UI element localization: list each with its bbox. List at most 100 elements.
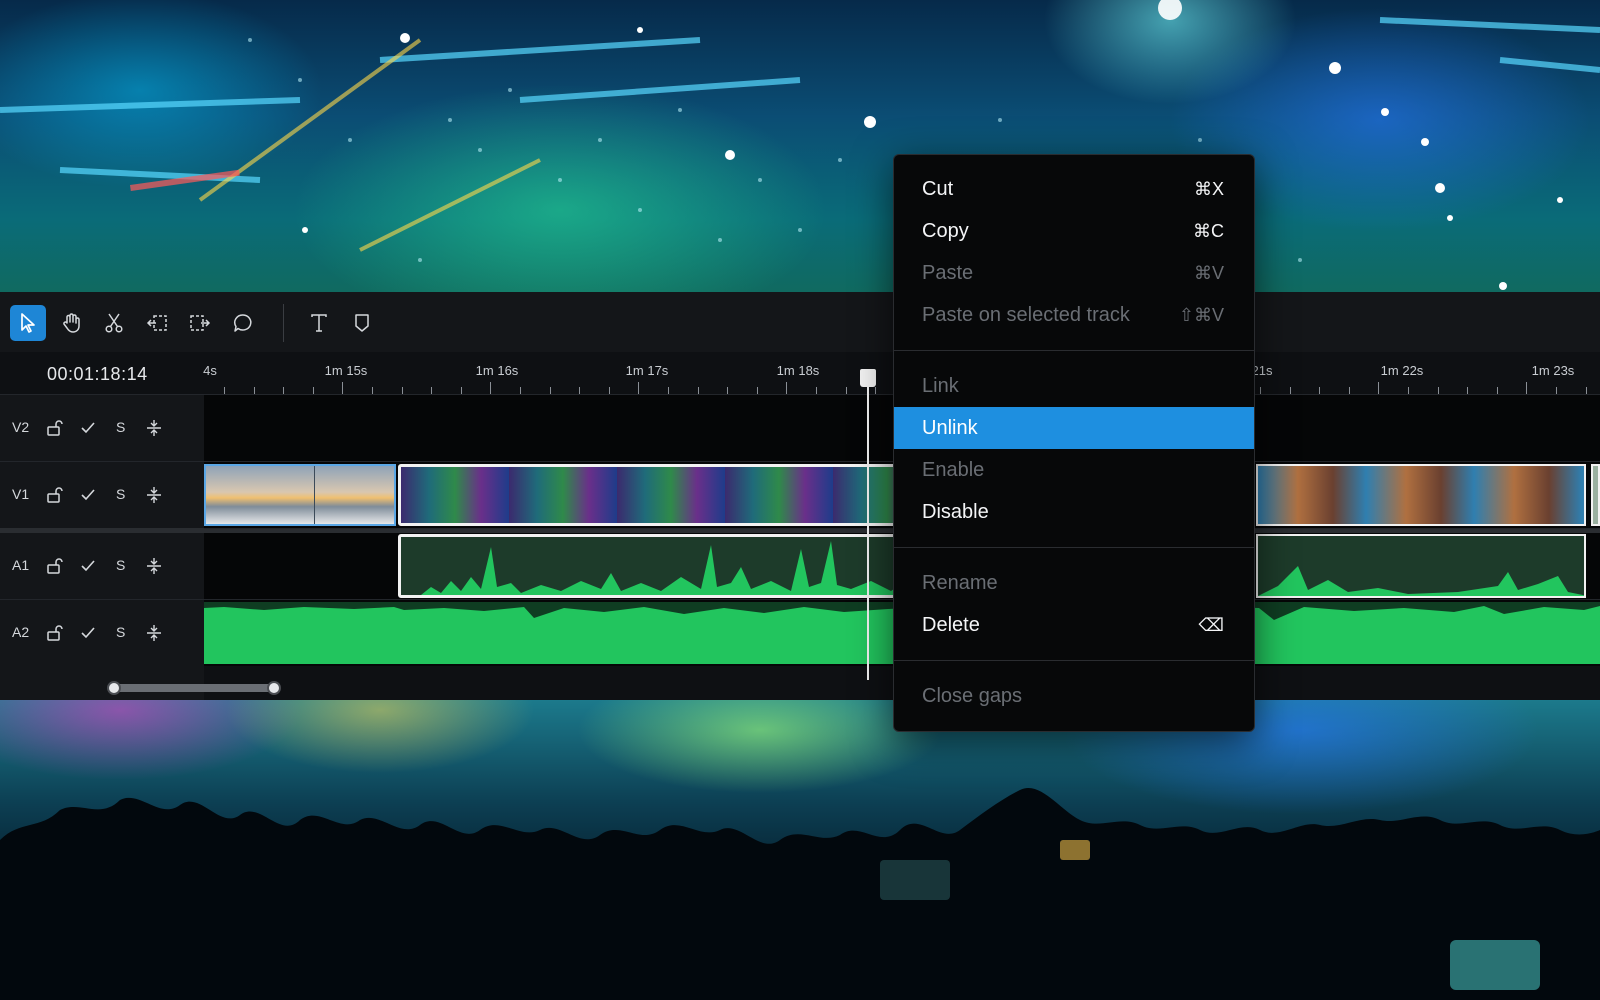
menu-item-label: Unlink (922, 416, 978, 439)
ruler-tick (283, 387, 285, 394)
video-clip-reef[interactable] (1256, 464, 1586, 526)
track-name: V1 (12, 486, 30, 502)
track-header-a2: A2 S (0, 600, 204, 667)
timeline-toolbar (0, 292, 1600, 353)
ripple-trim-right-button[interactable] (182, 305, 218, 341)
ruler-tick (460, 387, 462, 394)
menu-separator (894, 350, 1254, 351)
ruler-tick (1496, 387, 1498, 394)
comment-tool-button[interactable] (225, 305, 261, 341)
ruler-tick (1526, 382, 1528, 394)
video-clip-edge[interactable] (1591, 464, 1600, 526)
ruler-tick (490, 382, 492, 394)
menu-item-close-gaps[interactable]: Close gaps (894, 675, 1254, 717)
track-header-footer (0, 666, 204, 700)
menu-item-copy[interactable]: Copy ⌘C (894, 210, 1254, 252)
solo-button[interactable]: S (116, 419, 125, 435)
menu-item-label: Cut (922, 177, 954, 200)
hand-tool-button[interactable] (53, 305, 89, 341)
playhead-line[interactable] (867, 378, 869, 680)
menu-item-cut[interactable]: Cut ⌘X (894, 168, 1254, 210)
text-icon (311, 314, 327, 332)
ruler-tick (431, 387, 433, 394)
context-menu: Cut ⌘X Copy ⌘C Paste ⌘V Paste on selecte… (893, 154, 1255, 732)
ruler-tick (1585, 387, 1587, 394)
comment-icon (234, 314, 252, 332)
clip-thumbnail (206, 466, 314, 524)
lock-open-icon[interactable] (45, 485, 65, 505)
menu-item-disable[interactable]: Disable (894, 491, 1254, 533)
ruler-tick (549, 387, 551, 394)
menu-item-unlink[interactable]: Unlink (894, 407, 1254, 449)
lock-open-icon[interactable] (45, 623, 65, 643)
menu-item-paste-on-selected-track[interactable]: Paste on selected track ⇧⌘V (894, 294, 1254, 336)
menu-item-label: Copy (922, 219, 969, 242)
checkmark-icon[interactable] (78, 623, 98, 643)
track-height-icon[interactable] (144, 556, 164, 576)
menu-item-rename[interactable]: Rename (894, 562, 1254, 604)
audio-clip-reef[interactable] (1256, 534, 1586, 598)
toolbar-divider (283, 304, 284, 342)
concert-background-top (0, 0, 1600, 292)
menu-item-paste[interactable]: Paste ⌘V (894, 252, 1254, 294)
ruler-label: 1m 17s (625, 363, 669, 378)
track-name: A2 (12, 624, 30, 640)
menu-separator (894, 547, 1254, 548)
track-height-icon[interactable] (144, 485, 164, 505)
ripple-trim-right-icon (190, 315, 211, 331)
clip-thumbnail (314, 466, 394, 524)
ruler-tick (224, 387, 225, 394)
ruler-tick (372, 387, 373, 394)
checkmark-icon[interactable] (78, 556, 98, 576)
ruler-tick (312, 387, 314, 394)
ruler-tick (727, 387, 729, 394)
menu-item-label: Disable (922, 500, 989, 523)
track-height-icon[interactable] (144, 623, 164, 643)
ruler-label: 1m 15s (324, 363, 368, 378)
current-timecode: 00:01:18:14 (47, 364, 148, 384)
checkmark-icon[interactable] (78, 418, 98, 438)
menu-item-delete[interactable]: Delete ⌫ (894, 604, 1254, 646)
track-height-icon[interactable] (144, 418, 164, 438)
menu-item-label: Link (922, 374, 959, 397)
ruler-tick (1437, 387, 1439, 394)
scrollbar-end-handle[interactable] (267, 681, 281, 695)
scissors-icon (105, 313, 123, 333)
ruler-tick (816, 387, 817, 394)
ruler-label: 1m 23s (1531, 363, 1575, 378)
track-header-v2: V2 S (0, 395, 204, 462)
track-name: V2 (12, 419, 30, 435)
pointer-tool-button[interactable] (10, 305, 46, 341)
checkmark-icon[interactable] (78, 485, 98, 505)
menu-item-shortcut: ⇧⌘V (1178, 304, 1224, 325)
timeline-ruler-row: 00:01:18:14 4s 1m 15s 1m 16s 1m 17s 1m 1… (0, 352, 1600, 395)
menu-item-link[interactable]: Link (894, 365, 1254, 407)
ruler-tick (845, 387, 847, 394)
ripple-trim-left-button[interactable] (139, 305, 175, 341)
menu-item-shortcut: ⌘C (1193, 220, 1224, 241)
ruler-tick (1408, 387, 1409, 394)
stage-lights (0, 0, 1600, 290)
ruler-tick (638, 382, 640, 394)
solo-button[interactable]: S (116, 486, 125, 502)
track-header-v1: V1 S (0, 462, 204, 529)
timeline-zoom-scrollbar[interactable] (112, 684, 274, 692)
solo-button[interactable]: S (116, 557, 125, 573)
ruler-tick (1556, 387, 1557, 394)
marker-tool-button[interactable] (344, 305, 380, 341)
video-clip-mountain[interactable] (204, 464, 396, 526)
marker-icon (355, 314, 369, 332)
ruler-tick (756, 387, 758, 394)
lock-open-icon[interactable] (45, 556, 65, 576)
ruler-tick (1260, 387, 1261, 394)
ruler-tick (668, 387, 669, 394)
text-tool-button[interactable] (301, 305, 337, 341)
menu-item-enable[interactable]: Enable (894, 449, 1254, 491)
ripple-trim-left-icon (146, 315, 167, 331)
ruler-tick (342, 382, 344, 394)
menu-item-label: Close gaps (922, 684, 1023, 707)
lock-open-icon[interactable] (45, 418, 65, 438)
razor-tool-button[interactable] (96, 305, 132, 341)
scrollbar-start-handle[interactable] (107, 681, 121, 695)
solo-button[interactable]: S (116, 624, 125, 640)
